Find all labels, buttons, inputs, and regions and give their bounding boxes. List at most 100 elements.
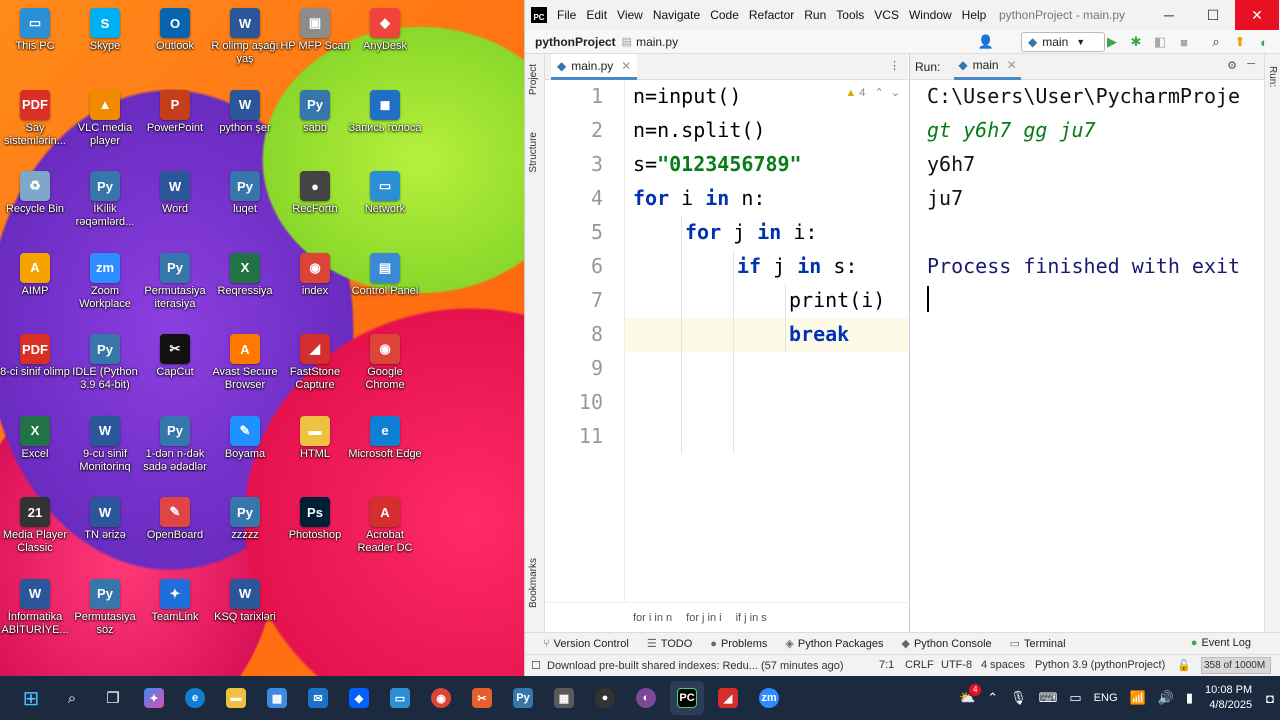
- chevron-up-icon[interactable]: ⌃: [875, 87, 884, 99]
- wifi-icon[interactable]: 📶: [1130, 690, 1146, 706]
- desktop-icon[interactable]: Py zzzzz: [207, 493, 283, 571]
- desktop-icon[interactable]: ✎ OpenBoard: [137, 493, 213, 571]
- desktop-icon[interactable]: ◢ FastStone Capture: [277, 330, 353, 408]
- desktop-icon[interactable]: ✂ CapCut: [137, 330, 213, 408]
- file-encoding[interactable]: UTF-8: [941, 659, 972, 671]
- close-button[interactable]: ✕: [1235, 0, 1279, 30]
- tool-window-todo[interactable]: ☰ TODO: [647, 637, 692, 650]
- desktop-icon[interactable]: Py Permutasiya söz: [67, 575, 143, 653]
- run-tool-tab[interactable]: Run:: [1267, 66, 1278, 87]
- menu-navigate[interactable]: Navigate: [653, 8, 700, 22]
- snipping-tool-button[interactable]: ✂: [465, 681, 499, 715]
- desktop-icon[interactable]: ▭ This PC: [0, 4, 73, 82]
- desktop-icon[interactable]: W TN ərizə: [67, 493, 143, 571]
- menu-edit[interactable]: Edit: [586, 8, 607, 22]
- search-icon[interactable]: ⌕: [1207, 33, 1225, 51]
- breadcrumb-file[interactable]: main.py: [636, 35, 678, 49]
- lock-icon[interactable]: 🔓: [1177, 659, 1191, 672]
- python-button[interactable]: Py: [506, 681, 540, 715]
- pycharm-taskbar-button[interactable]: PC: [670, 681, 704, 715]
- menu-code[interactable]: Code: [710, 8, 739, 22]
- close-tab-icon[interactable]: ✕: [1007, 58, 1017, 72]
- desktop-icon[interactable]: ✎ Boyama: [207, 412, 283, 490]
- menu-view[interactable]: View: [617, 8, 643, 22]
- status-checkbox-icon[interactable]: ☐: [531, 659, 541, 672]
- hide-icon[interactable]: ─: [1247, 58, 1255, 70]
- desktop-icon[interactable]: A AIMP: [0, 249, 73, 327]
- desktop-icon[interactable]: Py luqet: [207, 167, 283, 245]
- code-editor[interactable]: 1 2 3 4 5 6 7 8 9 10 11 n=input() n=n.split() s="0…: [545, 80, 908, 602]
- menu-tools[interactable]: Tools: [836, 8, 864, 22]
- desktop-icon[interactable]: ▭ Network: [347, 167, 423, 245]
- desktop-icon[interactable]: ✦ TeamLink: [137, 575, 213, 653]
- menu-help[interactable]: Help: [962, 8, 987, 22]
- copilot-button[interactable]: ✦: [137, 681, 171, 715]
- code-breadcrumb-item[interactable]: for j in i: [686, 612, 721, 624]
- desktop-icon[interactable]: W Word: [137, 167, 213, 245]
- close-tab-icon[interactable]: ✕: [621, 59, 631, 73]
- debug-icon[interactable]: ✱: [1127, 33, 1145, 51]
- chrome-button[interactable]: ◉: [424, 681, 458, 715]
- structure-tool-tab[interactable]: Structure: [528, 132, 539, 173]
- desktop-icon[interactable]: P PowerPoint: [137, 86, 213, 164]
- desktop-icon[interactable]: W KSQ tarixləri: [207, 575, 283, 653]
- code-breadcrumb-item[interactable]: for i in n: [633, 612, 672, 624]
- tool-window-python-console[interactable]: ◆ Python Console: [902, 637, 992, 650]
- desktop-icon[interactable]: ◼ Запись голоса: [347, 86, 423, 164]
- coverage-icon[interactable]: ◧: [1151, 33, 1169, 51]
- status-message[interactable]: Download pre-built shared indexes: Redu.…: [547, 660, 844, 672]
- desktop-icon[interactable]: ▣ HP MFP Scan: [277, 4, 353, 82]
- search-button[interactable]: ⌕: [55, 681, 89, 715]
- keyboard-icon[interactable]: ⌨: [1039, 690, 1058, 706]
- project-tool-tab[interactable]: Project: [528, 64, 539, 95]
- caret-position[interactable]: 7:1: [879, 659, 894, 671]
- desktop-icon[interactable]: ▬ HTML: [277, 412, 353, 490]
- file-explorer-button[interactable]: ▬: [219, 681, 253, 715]
- clock[interactable]: 10:08 PM 4/8/2025: [1205, 683, 1252, 713]
- desktop-icon[interactable]: X Excel: [0, 412, 73, 490]
- desktop-icon[interactable]: Py sabb: [277, 86, 353, 164]
- line-separator[interactable]: CRLF: [905, 659, 934, 671]
- desktop-icon[interactable]: PDF Say sistemlərin...: [0, 86, 73, 164]
- desktop-icon[interactable]: WR olimp aşağı yaş: [207, 4, 283, 82]
- code-breadcrumb-item[interactable]: if j in s: [736, 612, 767, 624]
- maximize-button[interactable]: ☐: [1191, 0, 1235, 30]
- mail-button[interactable]: ✉: [301, 681, 335, 715]
- desktop-icon[interactable]: ▤ Control Panel: [347, 249, 423, 327]
- menu-file[interactable]: File: [557, 8, 576, 22]
- stop-icon[interactable]: ■: [1175, 33, 1193, 51]
- desktop-icon[interactable]: PDF 8-ci sinif olimp: [0, 330, 73, 408]
- run-icon[interactable]: ▶: [1103, 33, 1121, 51]
- tool-window-python-packages[interactable]: ◈ Python Packages: [785, 637, 883, 650]
- dropbox-button[interactable]: ◆: [342, 681, 376, 715]
- chevron-down-icon[interactable]: ⌄: [891, 87, 900, 99]
- desktop-icon[interactable]: Ps Photoshop: [277, 493, 353, 571]
- notifications-icon[interactable]: ◘: [1266, 691, 1274, 706]
- remote-desktop-button[interactable]: ▭: [383, 681, 417, 715]
- desktop-icon[interactable]: ▲ VLC media player: [67, 86, 143, 164]
- battery-icon[interactable]: ▮: [1186, 690, 1193, 706]
- desktop-icon[interactable]: W 9-cu sinif Monitorinq: [67, 412, 143, 490]
- menu-run[interactable]: Run: [804, 8, 826, 22]
- tab-main-py[interactable]: ◆ main.py ✕: [551, 54, 638, 80]
- desktop-icon[interactable]: A Avast Secure Browser: [207, 330, 283, 408]
- run-tab-main[interactable]: ◆ main ✕: [954, 54, 1021, 80]
- desktop-icon[interactable]: O Outlook: [137, 4, 213, 82]
- store-button[interactable]: ▦: [260, 681, 294, 715]
- indent-setting[interactable]: 4 spaces: [981, 659, 1025, 671]
- python-interpreter[interactable]: Python 3.9 (pythonProject): [1035, 659, 1165, 671]
- bookmarks-tool-tab[interactable]: Bookmarks: [528, 558, 539, 608]
- calculator-button[interactable]: ▦: [547, 681, 581, 715]
- tool-window-problems[interactable]: ● Problems: [710, 638, 767, 650]
- run-configuration-select[interactable]: ◆ main ▼: [1021, 32, 1105, 52]
- event-log-button[interactable]: ● Event Log: [1191, 637, 1251, 649]
- desktop-icon[interactable]: Py Permutasiya iterasiya: [137, 249, 213, 327]
- desktop-icon[interactable]: Py 1-dən n-dək sadə ədədlər: [137, 412, 213, 490]
- microphone-icon[interactable]: 🎙: [1010, 690, 1027, 706]
- display-icon[interactable]: ▭: [1069, 690, 1081, 706]
- ide-features-icon[interactable]: ◐: [1255, 33, 1273, 51]
- tor-button[interactable]: ◐: [629, 681, 663, 715]
- desktop-icon[interactable]: Wpython şer: [207, 86, 283, 164]
- edge-button[interactable]: e: [178, 681, 212, 715]
- desktop-icon[interactable]: ♻ Recycle Bin: [0, 167, 73, 245]
